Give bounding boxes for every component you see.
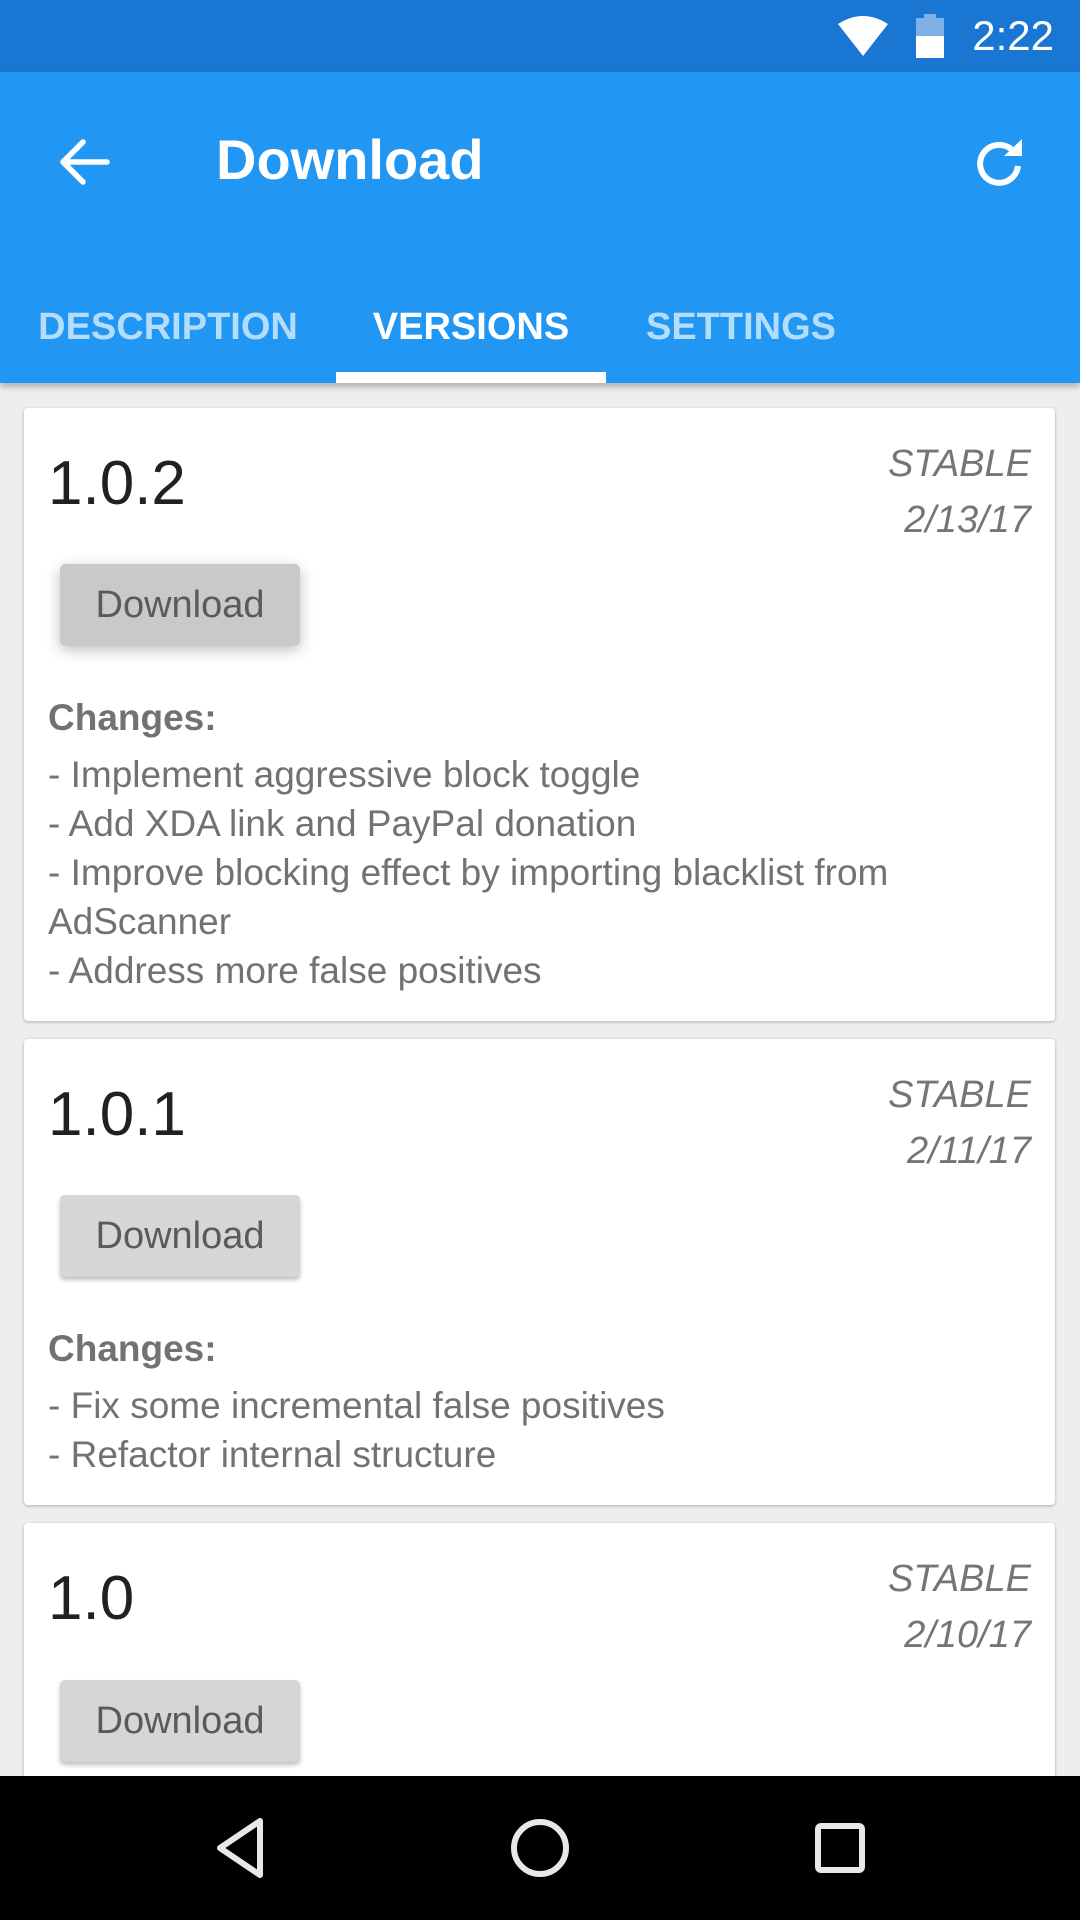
version-meta: STABLE 2/10/17 bbox=[888, 1551, 1031, 1663]
status-icons: 2:22 bbox=[836, 0, 1054, 72]
version-number: 1.0.2 bbox=[48, 449, 186, 518]
nav-home-button[interactable] bbox=[495, 1806, 585, 1890]
change-item: - Address more false positives bbox=[48, 950, 542, 991]
changelog: Changes: - Implement aggressive block to… bbox=[48, 693, 1031, 995]
wifi-icon bbox=[838, 16, 889, 56]
changelog: Changes: - Fix some incremental false po… bbox=[48, 1324, 1031, 1479]
changes-label: Changes: bbox=[48, 697, 217, 738]
download-button[interactable]: Download bbox=[60, 1680, 300, 1762]
version-number: 1.0 bbox=[48, 1564, 135, 1633]
nav-back-button[interactable] bbox=[195, 1806, 285, 1890]
release-channel: STABLE bbox=[888, 1074, 1031, 1116]
tab-description[interactable]: DESCRIPTION bbox=[20, 272, 316, 383]
tab-versions[interactable]: VERSIONS bbox=[336, 272, 606, 383]
download-button[interactable]: Download bbox=[60, 564, 300, 646]
change-item: - Implement aggressive block toggle bbox=[48, 754, 641, 795]
home-circle-icon bbox=[511, 1819, 569, 1877]
refresh-icon bbox=[977, 139, 1022, 186]
navigation-bar bbox=[0, 1776, 1080, 1920]
release-date: 2/11/17 bbox=[907, 1130, 1031, 1172]
tab-settings[interactable]: SETTINGS bbox=[626, 272, 856, 383]
clock: 2:22 bbox=[972, 12, 1054, 59]
version-number: 1.0.1 bbox=[48, 1080, 186, 1149]
download-button[interactable]: Download bbox=[60, 1195, 300, 1277]
release-date: 2/10/17 bbox=[904, 1614, 1031, 1656]
back-triangle-icon bbox=[217, 1818, 263, 1878]
back-button[interactable] bbox=[50, 127, 120, 197]
version-card: 1.0 STABLE 2/10/17 Download bbox=[24, 1523, 1055, 1776]
recents-square-icon bbox=[815, 1823, 865, 1873]
tab-bar: DESCRIPTION VERSIONS SETTINGS bbox=[0, 272, 1080, 383]
changes-label: Changes: bbox=[48, 1328, 217, 1369]
change-item: - Fix some incremental false positives bbox=[48, 1385, 665, 1426]
release-channel: STABLE bbox=[888, 443, 1031, 485]
version-card: 1.0.2 STABLE 2/13/17 Download Changes: -… bbox=[24, 408, 1055, 1021]
app-bar: Download DESCRIPTION VERSIONS SETTINGS bbox=[0, 72, 1080, 383]
change-item: - Refactor internal structure bbox=[48, 1434, 497, 1475]
versions-list[interactable]: 1.0.2 STABLE 2/13/17 Download Changes: -… bbox=[0, 383, 1080, 1776]
nav-recents-button[interactable] bbox=[795, 1806, 885, 1890]
active-tab-indicator bbox=[336, 372, 606, 383]
change-item: - Improve blocking effect by importing b… bbox=[48, 852, 889, 942]
arrow-left-icon bbox=[60, 139, 110, 185]
page-title: Download bbox=[216, 128, 484, 191]
status-bar: 2:22 bbox=[0, 0, 1080, 72]
version-card: 1.0.1 STABLE 2/11/17 Download Changes: -… bbox=[24, 1039, 1055, 1505]
refresh-button[interactable] bbox=[960, 122, 1040, 202]
version-meta: STABLE 2/13/17 bbox=[888, 436, 1031, 548]
version-meta: STABLE 2/11/17 bbox=[888, 1067, 1031, 1179]
release-date: 2/13/17 bbox=[904, 499, 1031, 541]
change-item: - Add XDA link and PayPal donation bbox=[48, 803, 637, 844]
battery-icon bbox=[916, 14, 945, 58]
release-channel: STABLE bbox=[888, 1558, 1031, 1600]
